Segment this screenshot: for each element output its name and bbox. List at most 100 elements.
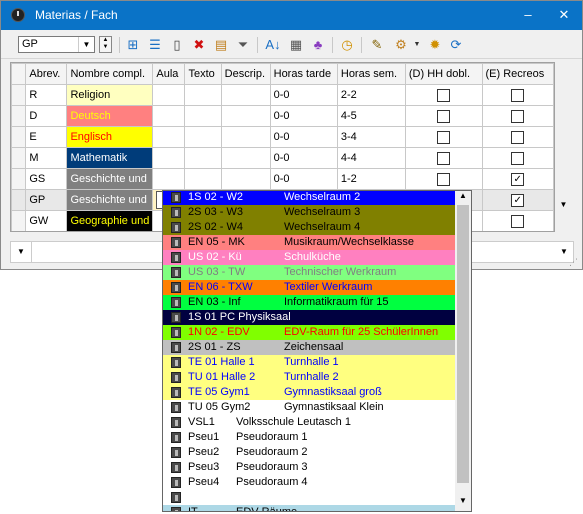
list-item[interactable]: US 02 - Kü Schulküche (163, 250, 455, 265)
header-aula[interactable]: Aula (152, 63, 186, 85)
header-hh-dobl[interactable]: (D) HH dobl. (404, 63, 483, 85)
cell-nombre[interactable]: Englisch (66, 126, 154, 148)
cell-abrev[interactable]: R (25, 84, 68, 106)
cell-horas-sem[interactable]: 4-4 (336, 147, 406, 169)
cell-descrip[interactable] (220, 126, 271, 148)
refresh-icon[interactable]: ⟳ (448, 37, 464, 53)
resize-grip[interactable]: ⋰ (569, 257, 578, 268)
class-combo[interactable]: GP ▼ (18, 36, 95, 53)
chevron-down-icon[interactable]: ▼ (78, 37, 94, 52)
list-item[interactable]: IT EDV-Räume (163, 505, 455, 511)
sort-icon[interactable]: A↓ (265, 37, 281, 53)
title-bar[interactable]: Materias / Fach – ✕ (1, 1, 582, 30)
cell-aula[interactable] (152, 126, 186, 148)
list-item[interactable]: TU 05 Gym2 Gymnastiksaal Klein (163, 400, 455, 415)
list-item[interactable]: Pseu2 Pseudoraum 2 (163, 445, 455, 460)
grid-icon[interactable]: ▦ (288, 37, 304, 53)
scroll-thumb[interactable] (457, 205, 469, 483)
cell-horas-sem[interactable]: 1-2 (336, 168, 406, 190)
cell-horas-sem[interactable]: 3-4 (336, 126, 406, 148)
cell-abrev[interactable]: GS (25, 168, 68, 190)
list-item[interactable]: 2S 03 - W3 Wechselraum 3 (163, 205, 455, 220)
list-item[interactable] (163, 490, 455, 505)
hh-dobl-checkbox[interactable] (437, 151, 451, 165)
dropdown-scrollbar[interactable]: ▲ ▼ (455, 191, 471, 511)
list-icon[interactable]: ☰ (147, 37, 163, 53)
hh-dobl-checkbox[interactable] (437, 88, 451, 102)
gear-icon[interactable]: ✹ (427, 37, 443, 53)
cell-aula[interactable] (152, 105, 186, 127)
cell-descrip[interactable] (220, 105, 271, 127)
cell-hh-dobl[interactable] (404, 105, 483, 127)
cell-nombre[interactable]: Mathematik (66, 147, 154, 169)
recreos-checkbox[interactable]: ✓ (511, 193, 525, 207)
cell-texto[interactable] (184, 147, 222, 169)
cell-horas-tarde[interactable]: 0-0 (269, 84, 338, 106)
cell-abrev[interactable]: M (25, 147, 68, 169)
cell-abrev[interactable]: D (25, 105, 68, 127)
cell-texto[interactable] (184, 105, 222, 127)
cell-recreos[interactable] (481, 147, 554, 169)
header-descrip[interactable]: Descrip. (220, 63, 271, 85)
cell-recreos[interactable] (481, 84, 554, 106)
cell-nombre[interactable]: Deutsch (66, 105, 154, 127)
cell-horas-tarde[interactable]: 0-0 (269, 147, 338, 169)
cell-hh-dobl[interactable] (404, 126, 483, 148)
recreos-checkbox[interactable] (511, 130, 525, 144)
scroll-down-icon[interactable]: ▼ (555, 200, 572, 209)
cell-nombre[interactable]: Geographie und (66, 210, 154, 231)
copy-icon[interactable]: ▤ (213, 37, 229, 53)
header-texto[interactable]: Texto (184, 63, 222, 85)
select-all-icon[interactable]: ⊞ (125, 37, 141, 53)
list-item[interactable]: 2S 02 - W4 Wechselraum 4 (163, 220, 455, 235)
cell-horas-tarde[interactable]: 0-0 (269, 168, 338, 190)
cell-aula[interactable] (152, 168, 186, 190)
header-horas-sem[interactable]: Horas sem. (336, 63, 406, 85)
cell-horas-tarde[interactable]: 0-0 (269, 126, 338, 148)
list-item[interactable]: EN 05 - MK Musikraum/Wechselklasse (163, 235, 455, 250)
cell-nombre[interactable]: Geschichte und (66, 168, 154, 190)
list-item[interactable]: VSL1 Volksschule Leutasch 1 (163, 415, 455, 430)
chevron-down-icon[interactable]: ▼ (409, 37, 425, 53)
hh-dobl-checkbox[interactable] (437, 130, 451, 144)
table-row[interactable]: R Religion 0-0 2-2 (11, 84, 554, 106)
cell-texto[interactable] (184, 126, 222, 148)
delete-icon[interactable]: ✖ (191, 37, 207, 53)
scroll-down-icon[interactable]: ▼ (455, 496, 471, 505)
cell-recreos[interactable]: ✓ (481, 168, 554, 190)
edit-icon[interactable]: ✎ (369, 37, 385, 53)
list-item[interactable]: Pseu4 Pseudoraum 4 (163, 475, 455, 490)
list-item[interactable]: Pseu1 Pseudoraum 1 (163, 430, 455, 445)
cell-descrip[interactable] (220, 168, 271, 190)
cell-descrip[interactable] (220, 84, 271, 106)
list-item[interactable]: Pseu3 Pseudoraum 3 (163, 460, 455, 475)
cell-descrip[interactable] (220, 147, 271, 169)
scroll-up-icon[interactable]: ▲ (455, 191, 471, 200)
room-dropdown-list[interactable]: 1S 02 - W2 Wechselraum 2 2S 03 - W3 Wechsel… (162, 190, 472, 512)
header-horas-tarde[interactable]: Horas tarde (269, 63, 338, 85)
settings-icon[interactable]: ⚙ (393, 37, 409, 53)
table-row[interactable]: E Englisch 0-0 3-4 (11, 126, 554, 148)
hh-dobl-checkbox[interactable] (437, 172, 451, 186)
cell-hh-dobl[interactable] (404, 84, 483, 106)
cell-recreos[interactable] (481, 210, 554, 231)
recreos-checkbox[interactable]: ✓ (511, 172, 525, 186)
recreos-checkbox[interactable] (511, 109, 525, 123)
hh-dobl-checkbox[interactable] (437, 109, 451, 123)
recreos-checkbox[interactable] (511, 151, 525, 165)
list-item[interactable]: TE 05 Gym1 Gymnastiksaal groß (163, 385, 455, 400)
table-row[interactable]: GS Geschichte und 0-0 1-2 ✓ (11, 168, 554, 190)
list-item[interactable]: US 03 - TW Technischer Werkraum (163, 265, 455, 280)
cell-horas-sem[interactable]: 4-5 (336, 105, 406, 127)
spin-buttons[interactable]: ▲ ▼ (99, 36, 112, 53)
clock-icon[interactable]: ◷ (339, 37, 355, 53)
list-item[interactable]: 2S 01 - ZS Zeichensaal (163, 340, 455, 355)
filter-icon[interactable]: ⏷ (235, 37, 251, 53)
list-item[interactable]: TE 01 Halle 1 Turnhalle 1 (163, 355, 455, 370)
cell-horas-tarde[interactable]: 0-0 (269, 105, 338, 127)
list-item[interactable]: EN 03 - InfInformatikraum für 15 Schüler… (163, 295, 455, 323)
grid-scrollbar[interactable]: ▼ (555, 62, 572, 232)
cell-texto[interactable] (184, 84, 222, 106)
header-abrev[interactable]: Abrev. (25, 63, 68, 85)
cell-aula[interactable] (152, 84, 186, 106)
